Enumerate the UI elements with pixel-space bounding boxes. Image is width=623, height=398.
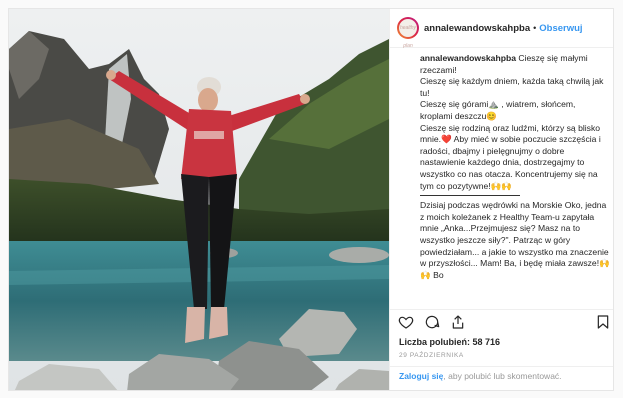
post-photo[interactable] — [9, 9, 389, 390]
caption-text-2: Cieszę się każdym dniem, każda taką chwi… — [420, 76, 604, 98]
action-bar — [390, 309, 613, 332]
header-username[interactable]: annalewandowskahpba — [424, 23, 530, 34]
comment-icon[interactable] — [424, 314, 440, 330]
caption-text-4: Cieszę się rodziną oraz ludźmi, którzy s… — [420, 122, 601, 191]
likes-count[interactable]: Liczba polubień: 58 716 — [399, 337, 500, 347]
caption: annalewandowskahpba Cieszę się małymi rz… — [420, 53, 610, 309]
post-date: 29 PAŹDZIERNIKA — [399, 352, 464, 359]
post-sidebar: healthy plan annalewandowskahpba • Obser… — [389, 9, 613, 390]
share-icon[interactable] — [450, 314, 466, 330]
login-text: Zaloguj się, aby polubić lub skomentować… — [399, 371, 599, 382]
header-separator: • — [533, 23, 537, 33]
login-link[interactable]: Zaloguj się — [399, 371, 443, 381]
follow-button[interactable]: Obserwuj — [539, 23, 582, 34]
caption-divider — [420, 195, 520, 197]
mountain-lake-photo — [9, 9, 389, 390]
instagram-post: healthy plan annalewandowskahpba • Obser… — [8, 8, 614, 391]
avatar-logo: healthy plan — [399, 19, 417, 49]
caption-text-5: Dzisiaj podczas wędrówki na Morskie Oko,… — [420, 200, 610, 280]
post-header: healthy plan annalewandowskahpba • Obser… — [390, 9, 613, 49]
bookmark-icon[interactable] — [595, 314, 611, 330]
caption-first-paragraph: annalewandowskahpba Cieszę się małymi rz… — [420, 53, 610, 76]
heart-icon[interactable] — [398, 314, 414, 330]
caption-text-3: Cieszę się górami⛰️ , wiatrem, słońcem, … — [420, 99, 576, 121]
caption-username[interactable]: annalewandowskahpba — [420, 53, 516, 63]
login-prompt: Zaloguj się, aby polubić lub skomentować… — [390, 366, 613, 390]
avatar[interactable]: healthy plan — [397, 17, 419, 49]
login-rest: , aby polubić lub skomentować. — [443, 371, 562, 381]
